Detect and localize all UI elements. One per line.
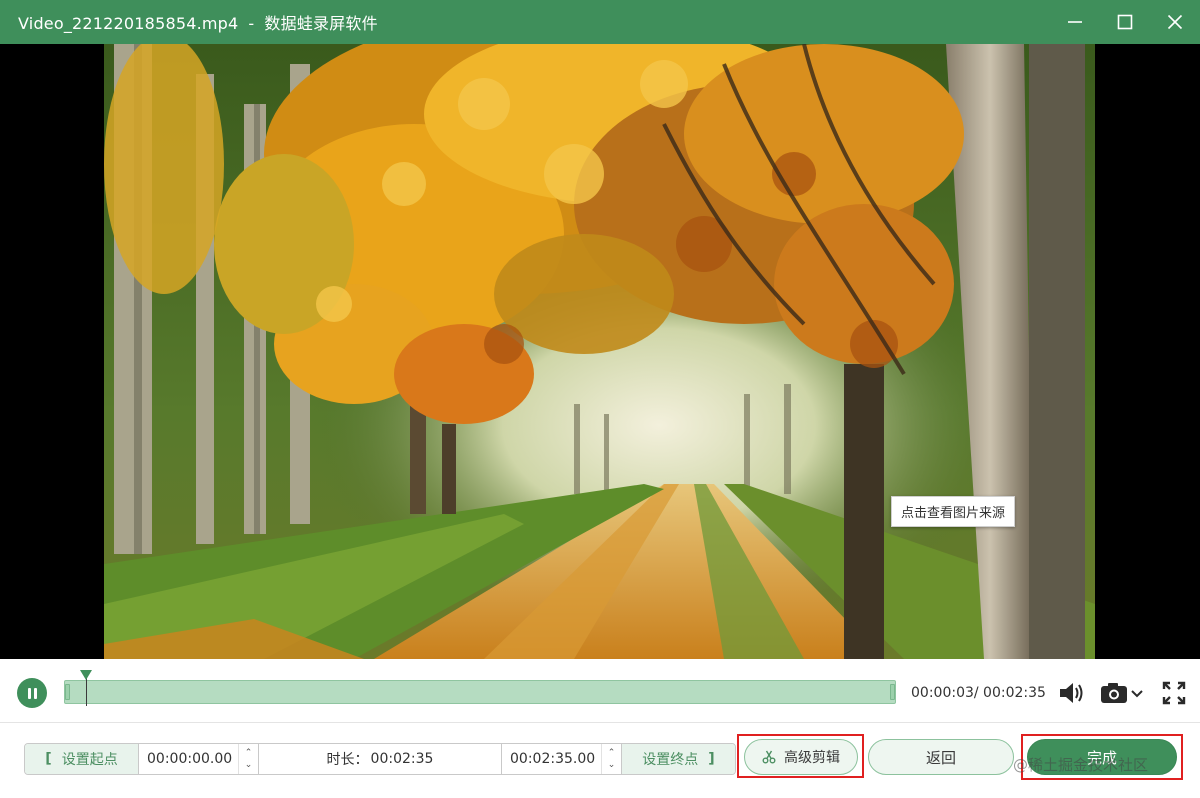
screenshot-button[interactable]	[1100, 681, 1146, 709]
end-time-input[interactable]: 00:02:35.00 ⌃ ⌄	[501, 744, 621, 774]
set-end-button[interactable]: 设置终点 ]	[621, 744, 735, 774]
pause-icon	[27, 687, 31, 699]
set-start-label: 设置起点	[61, 752, 118, 768]
end-time-stepper[interactable]: ⌃ ⌄	[601, 744, 621, 774]
start-time-stepper[interactable]: ⌃ ⌄	[238, 744, 258, 774]
minimize-button[interactable]	[1050, 0, 1100, 44]
duration-value: 00:02:35	[370, 751, 434, 767]
advanced-edit-label: 高级剪辑	[784, 750, 840, 766]
time-display: 00:00:03/ 00:02:35	[911, 685, 1046, 701]
bracket-left-icon: [	[45, 751, 52, 767]
start-time-up-icon[interactable]: ⌃	[245, 747, 253, 759]
playback-bar: 00:00:03/ 00:02:35	[0, 659, 1200, 723]
recorder-window: Video_221220185854.mp4- 数据蛙录屏软件 点击查看图片来源…	[0, 0, 1200, 798]
start-time-value: 00:00:00.00	[147, 751, 233, 767]
scissors-icon	[762, 750, 776, 764]
trim-start-handle[interactable]	[65, 684, 70, 700]
window-title: Video_221220185854.mp4- 数据蛙录屏软件	[18, 10, 378, 34]
duration-display: 时长： 00:02:35	[259, 744, 501, 774]
end-time-down-icon[interactable]: ⌄	[608, 759, 616, 771]
timeline-track[interactable]	[64, 680, 896, 704]
close-button[interactable]	[1150, 0, 1200, 44]
close-icon	[1167, 14, 1183, 30]
set-start-button[interactable]: [ 设置起点	[25, 744, 139, 774]
done-label: 完成	[1086, 748, 1117, 767]
end-time-value: 00:02:35.00	[510, 751, 596, 767]
autumn-forest-path-image	[104, 44, 1095, 659]
video-frame	[104, 44, 1095, 659]
playhead-marker-icon[interactable]	[79, 670, 92, 680]
app-name: 数据蛙录屏软件	[264, 14, 378, 33]
pause-button[interactable]	[17, 678, 47, 708]
trim-range-box: [ 设置起点 00:00:00.00 ⌃ ⌄ 时长： 00:02:35 00:02…	[24, 743, 736, 775]
done-button[interactable]: 完成	[1027, 739, 1177, 775]
end-time-up-icon[interactable]: ⌃	[608, 747, 616, 759]
window-controls	[1050, 0, 1200, 44]
set-end-label: 设置终点	[642, 752, 699, 768]
title-separator: -	[248, 14, 255, 33]
maximize-button[interactable]	[1100, 0, 1150, 44]
start-time-input[interactable]: 00:00:00.00 ⌃ ⌄	[139, 744, 259, 774]
duration-label: 时长：	[326, 752, 369, 768]
trim-end-handle[interactable]	[890, 684, 895, 700]
start-time-down-icon[interactable]: ⌄	[245, 759, 253, 771]
video-preview[interactable]: 点击查看图片来源	[0, 44, 1200, 659]
fullscreen-icon	[1162, 681, 1186, 705]
volume-button[interactable]	[1058, 681, 1086, 709]
back-label: 返回	[925, 748, 956, 767]
minimize-icon	[1068, 21, 1082, 23]
speaker-icon	[1060, 683, 1083, 703]
camera-icon	[1101, 683, 1143, 703]
title-bar: Video_221220185854.mp4- 数据蛙录屏软件	[0, 0, 1200, 44]
pause-icon-bar	[33, 687, 37, 699]
advanced-edit-button[interactable]: 高级剪辑	[744, 739, 858, 775]
fullscreen-button[interactable]	[1162, 681, 1186, 709]
file-name: Video_221220185854.mp4	[18, 14, 239, 33]
image-source-tooltip[interactable]: 点击查看图片来源	[891, 496, 1016, 527]
bracket-right-icon: ]	[708, 751, 715, 767]
trim-controls: [ 设置起点 00:00:00.00 ⌃ ⌄ 时长： 00:02:35 00:02…	[0, 723, 1200, 798]
maximize-icon	[1117, 14, 1133, 30]
back-button[interactable]: 返回	[868, 739, 1014, 775]
